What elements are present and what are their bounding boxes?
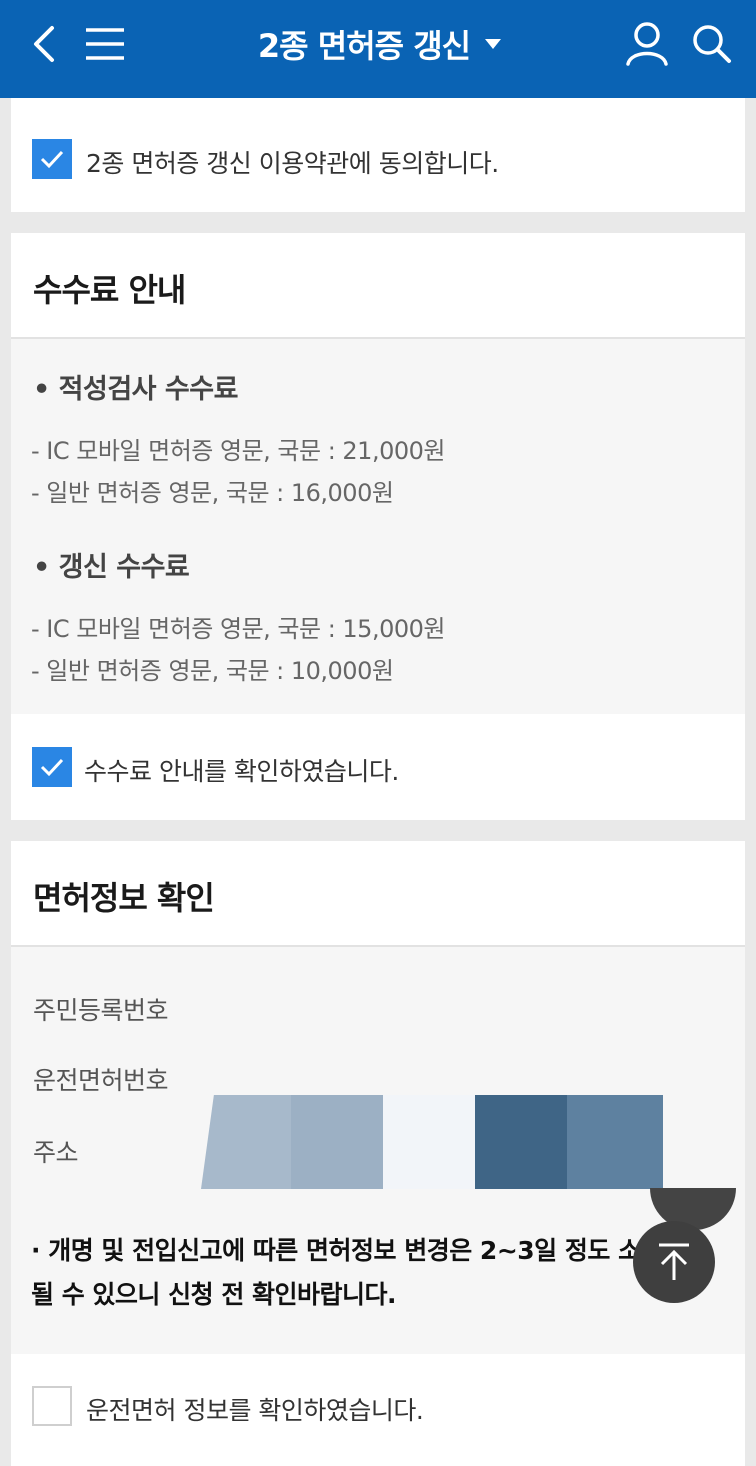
fee-section-title: 수수료 안내 xyxy=(33,271,186,309)
fee-confirm-checkbox[interactable] xyxy=(32,747,72,787)
page-title: 2종 면허증 갱신 xyxy=(257,27,471,65)
fee-line: - IC 모바일 면허증 영문, 국문 : 15,000원 xyxy=(31,615,445,643)
fee-line: - 일반 면허증 영문, 국문 : 16,000원 xyxy=(31,479,394,507)
check-icon xyxy=(40,150,64,169)
license-confirm-label[interactable]: 운전면허 정보를 확인하였습니다. xyxy=(86,1391,424,1427)
renewal-fee-title: • 갱신 수수료 xyxy=(33,552,190,583)
terms-card: 2종 면허증 갱신 이용약관에 동의합니다. xyxy=(11,98,745,212)
fee-line: - 일반 면허증 영문, 국문 : 10,000원 xyxy=(31,657,394,685)
resident-number-label: 주민등록번호 xyxy=(33,996,169,1025)
terms-agree-label[interactable]: 2종 면허증 갱신 이용약관에 동의합니다. xyxy=(86,144,499,180)
user-icon xyxy=(626,22,668,66)
chevron-left-icon xyxy=(34,26,54,62)
user-button[interactable] xyxy=(622,18,672,68)
terms-agree-checkbox[interactable] xyxy=(32,139,72,179)
license-number-label: 운전면허번호 xyxy=(33,1066,169,1095)
title-dropdown[interactable]: 2종 면허증 갱신 xyxy=(230,16,530,72)
app-header: 2종 면허증 갱신 xyxy=(0,0,756,98)
license-info-card: 면허정보 확인 주민등록번호 운전면허번호 주소 · 개명 및 전입신고에 따른… xyxy=(11,841,745,1466)
search-icon xyxy=(693,25,731,63)
scroll-top-button[interactable] xyxy=(633,1221,715,1303)
address-label: 주소 xyxy=(33,1138,79,1167)
notice-text: · 개명 및 전입신고에 따른 면허정보 변경은 2~3일 정도 소요될 수 있… xyxy=(31,1236,664,1309)
caret-down-icon xyxy=(485,39,502,49)
fee-card: 수수료 안내 • 적성검사 수수료 - IC 모바일 면허증 영문, 국문 : … xyxy=(11,233,745,820)
license-info-box: 주민등록번호 운전면허번호 주소 · 개명 및 전입신고에 따른 면허정보 변경… xyxy=(11,947,745,1354)
aptitude-fee-title: • 적성검사 수수료 xyxy=(33,374,238,405)
arrow-up-icon xyxy=(659,1243,689,1280)
fee-detail-box: • 적성검사 수수료 - IC 모바일 면허증 영문, 국문 : 21,000원… xyxy=(11,339,745,714)
check-icon xyxy=(40,758,64,777)
fee-confirm-label[interactable]: 수수료 안내를 확인하였습니다. xyxy=(84,752,399,788)
license-confirm-checkbox[interactable] xyxy=(32,1386,72,1426)
redacted-personal-info xyxy=(201,1095,663,1189)
license-section-title: 면허정보 확인 xyxy=(33,879,215,917)
search-button[interactable] xyxy=(686,18,736,68)
menu-button[interactable] xyxy=(80,20,130,68)
back-button[interactable] xyxy=(22,22,66,66)
hamburger-menu-icon xyxy=(86,28,124,60)
fee-line: - IC 모바일 면허증 영문, 국문 : 21,000원 xyxy=(31,437,445,465)
